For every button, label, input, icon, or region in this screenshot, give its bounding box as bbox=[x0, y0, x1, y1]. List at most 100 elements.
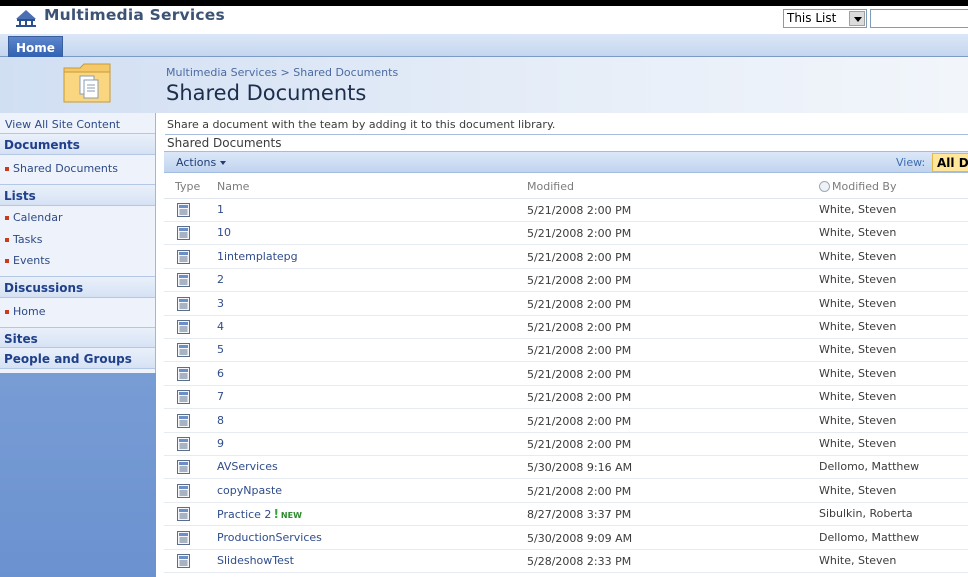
nav-heading-documents[interactable]: Documents bbox=[0, 133, 155, 155]
table-row[interactable]: SlideshowTest 5/28/2008 2:33 PM White, Ste… bbox=[164, 550, 968, 573]
document-name-link[interactable]: Practice 2! NEW bbox=[217, 507, 302, 521]
table-row[interactable]: 6 5/21/2008 2:00 PM White, Steven bbox=[164, 363, 968, 386]
document-icon[interactable] bbox=[177, 483, 190, 498]
document-icon[interactable] bbox=[177, 460, 190, 475]
modified-by-link[interactable]: White, Steven bbox=[819, 226, 896, 239]
document-icon[interactable] bbox=[177, 249, 190, 264]
nav-item-home[interactable]: Home bbox=[5, 305, 45, 318]
actions-label: Actions bbox=[176, 156, 217, 169]
table-row[interactable]: Practice 2! NEW 8/27/2008 3:37 PM Sibulkin,… bbox=[164, 503, 968, 527]
column-header-name[interactable]: Name bbox=[217, 180, 249, 193]
table-row[interactable]: 10 5/21/2008 2:00 PM White, Steven bbox=[164, 222, 968, 246]
modified-by-link[interactable]: White, Steven bbox=[819, 390, 896, 403]
modified-date: 5/21/2008 2:00 PM bbox=[527, 227, 632, 241]
document-name-link[interactable]: 5 bbox=[217, 343, 224, 356]
modified-by-link[interactable]: White, Steven bbox=[819, 343, 896, 356]
document-name-link[interactable]: 2 bbox=[217, 273, 224, 286]
modified-by-link[interactable]: White, Steven bbox=[819, 297, 896, 310]
nav-heading-lists[interactable]: Lists bbox=[0, 184, 155, 206]
search-scope-select[interactable]: This List bbox=[783, 9, 867, 28]
table-row[interactable]: 7 5/21/2008 2:00 PM White, Steven bbox=[164, 386, 968, 410]
tab-home[interactable]: Home bbox=[8, 36, 63, 58]
column-header-type[interactable]: Type bbox=[175, 180, 200, 193]
modified-by-link[interactable]: White, Steven bbox=[819, 250, 896, 263]
document-name-link[interactable]: ProductionServices bbox=[217, 531, 322, 544]
site-logo-icon[interactable] bbox=[14, 7, 38, 27]
document-name-link[interactable]: SlideshowTest bbox=[217, 554, 294, 567]
modified-by-link[interactable]: White, Steven bbox=[819, 320, 896, 333]
column-header-modified[interactable]: Modified bbox=[527, 180, 574, 193]
document-name-link[interactable]: 1intemplatepg bbox=[217, 250, 298, 263]
nav-item-calendar[interactable]: Calendar bbox=[5, 211, 62, 224]
modified-by-link[interactable]: White, Steven bbox=[819, 554, 896, 567]
table-row[interactable]: copyNpaste 5/21/2008 2:00 PM White, Steven bbox=[164, 480, 968, 503]
document-name: 9 bbox=[217, 437, 224, 450]
document-name-link[interactable]: AVServices bbox=[217, 460, 278, 473]
document-name: 1intemplatepg bbox=[217, 249, 298, 263]
document-name-link[interactable]: 9 bbox=[217, 437, 224, 450]
document-name-link[interactable]: 3 bbox=[217, 297, 224, 310]
nav-heading-sites[interactable]: Sites bbox=[0, 327, 155, 349]
modified-by-link[interactable]: Sibulkin, Roberta bbox=[819, 507, 913, 520]
modified-by-link[interactable]: Dellomo, Matthew bbox=[819, 460, 919, 473]
nav-item-shared-documents[interactable]: Shared Documents bbox=[5, 162, 118, 175]
document-name-link[interactable]: 4 bbox=[217, 320, 224, 333]
table-row[interactable]: 1 5/21/2008 2:00 PM White, Steven bbox=[164, 199, 968, 222]
document-name: AVServices bbox=[217, 460, 278, 474]
nav-heading-discussions[interactable]: Discussions bbox=[0, 276, 155, 298]
table-row[interactable]: 5 5/21/2008 2:00 PM White, Steven bbox=[164, 339, 968, 363]
modified-by-link[interactable]: White, Steven bbox=[819, 484, 896, 497]
nav-item-label: Home bbox=[13, 305, 46, 318]
document-icon[interactable] bbox=[177, 296, 190, 311]
document-icon[interactable] bbox=[177, 530, 190, 545]
actions-menu[interactable]: Actions bbox=[176, 156, 227, 169]
chevron-down-icon[interactable] bbox=[849, 11, 865, 26]
modified-by-link[interactable]: White, Steven bbox=[819, 437, 896, 450]
search-input[interactable] bbox=[870, 9, 968, 28]
table-row[interactable]: 9 5/21/2008 2:00 PM White, Steven bbox=[164, 433, 968, 456]
document-icon[interactable] bbox=[177, 554, 190, 568]
table-row[interactable]: 2 5/21/2008 2:00 PM White, Steven bbox=[164, 269, 968, 293]
document-name-link[interactable]: 10 bbox=[217, 226, 231, 239]
nav-heading-people-and-groups[interactable]: People and Groups bbox=[0, 347, 155, 369]
site-title[interactable]: Multimedia Services bbox=[44, 6, 225, 24]
document-icon[interactable] bbox=[177, 320, 190, 334]
view-all-site-content-link[interactable]: View All Site Content bbox=[5, 118, 120, 131]
table-row[interactable]: 3 5/21/2008 2:00 PM White, Steven bbox=[164, 293, 968, 316]
document-icon[interactable] bbox=[177, 273, 190, 288]
table-row[interactable]: AVServices 5/30/2008 9:16 AM Dellomo, Matt… bbox=[164, 456, 968, 480]
column-header-modified-by[interactable]: Modified By bbox=[819, 180, 897, 193]
document-icon[interactable] bbox=[177, 507, 190, 522]
nav-item-events[interactable]: Events bbox=[5, 254, 50, 267]
table-row[interactable]: ProductionServices 5/30/2008 9:09 AM Dello… bbox=[164, 527, 968, 550]
view-select[interactable]: All Documents bbox=[932, 153, 968, 172]
modified-by-link[interactable]: White, Steven bbox=[819, 414, 896, 427]
nav-item-tasks[interactable]: Tasks bbox=[5, 233, 42, 246]
document-icon[interactable] bbox=[177, 203, 190, 217]
bullet-icon bbox=[5, 259, 9, 263]
document-name-link[interactable]: copyNpaste bbox=[217, 484, 282, 497]
document-name-link[interactable]: 6 bbox=[217, 367, 224, 380]
modified-date: 8/27/2008 3:37 PM bbox=[527, 508, 632, 522]
document-icon[interactable] bbox=[177, 366, 190, 381]
modified-date: 5/21/2008 2:00 PM bbox=[527, 438, 632, 451]
breadcrumb[interactable]: Multimedia Services > Shared Documents bbox=[166, 66, 398, 79]
document-name-link[interactable]: 7 bbox=[217, 390, 224, 403]
modified-by-link[interactable]: White, Steven bbox=[819, 203, 896, 216]
modified-by-link[interactable]: White, Steven bbox=[819, 273, 896, 286]
document-icon[interactable] bbox=[177, 343, 190, 358]
document-icon[interactable] bbox=[177, 226, 190, 241]
document-icon[interactable] bbox=[177, 390, 190, 405]
document-icon[interactable] bbox=[177, 437, 190, 451]
document-name-link[interactable]: 1 bbox=[217, 203, 224, 216]
modified-by-link[interactable]: Dellomo, Matthew bbox=[819, 531, 919, 544]
table-row[interactable]: 1intemplatepg 5/21/2008 2:00 PM White, Ste… bbox=[164, 246, 968, 269]
modified-by-link[interactable]: White, Steven bbox=[819, 367, 896, 380]
list-toolbar: Actions View: All Documents bbox=[164, 151, 968, 173]
document-icon[interactable] bbox=[177, 413, 190, 428]
modified-date: 5/21/2008 2:00 PM bbox=[527, 204, 632, 217]
table-row[interactable]: 8 5/21/2008 2:00 PM White, Steven bbox=[164, 410, 968, 433]
document-name-link[interactable]: 8 bbox=[217, 414, 224, 427]
table-row[interactable]: 4 5/21/2008 2:00 PM White, Steven bbox=[164, 316, 968, 339]
modified-date: 5/21/2008 2:00 PM bbox=[527, 367, 632, 381]
